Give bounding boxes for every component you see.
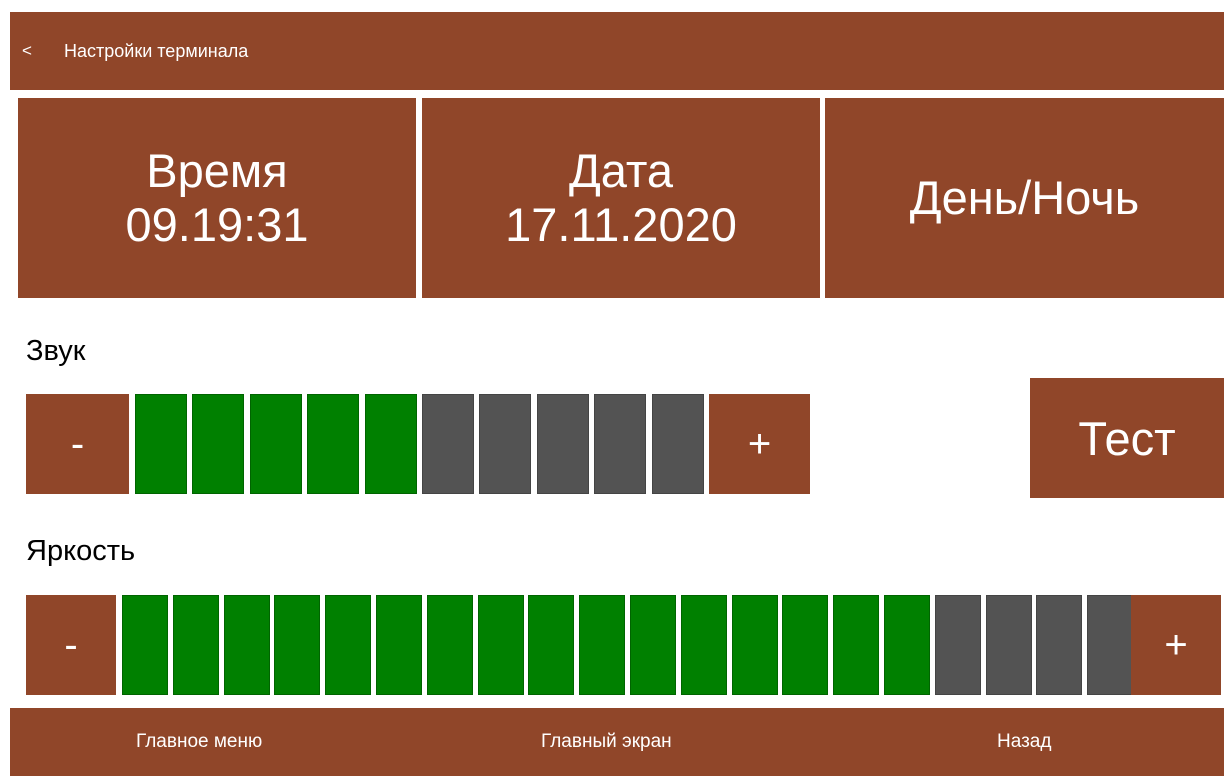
brightness-level-segment-20[interactable] [1087,595,1134,695]
date-value: 17.11.2020 [505,198,737,251]
brightness-increase-button[interactable]: + [1131,595,1221,695]
main-menu-link[interactable]: Главное меню [136,708,262,776]
brightness-level-segment-17[interactable] [934,595,981,695]
brightness-level-segment-5[interactable] [325,595,372,695]
sound-level-segment-2[interactable] [192,394,245,494]
sound-level-segment-4[interactable] [307,394,360,494]
sound-level-segment-1[interactable] [135,394,187,494]
brightness-level-segment-1[interactable] [122,595,168,695]
page-title: Настройки терминала [64,40,249,61]
sound-label: Звук [26,335,86,367]
brightness-level-segment-19[interactable] [1036,595,1083,695]
header-bar: < Настройки терминала [10,12,1224,90]
brightness-level-segment-18[interactable] [985,595,1032,695]
time-label: Время [146,144,288,197]
footer-nav-bar: Главное меню Главный экран Назад [10,708,1224,776]
brightness-level-segment-9[interactable] [528,595,575,695]
back-link[interactable]: Назад [997,708,1051,776]
brightness-level-segment-6[interactable] [376,595,422,695]
brightness-level-segment-15[interactable] [833,595,880,695]
brightness-decrease-button[interactable]: - [26,595,116,695]
sound-level-segment-6[interactable] [422,394,474,494]
brightness-level-segment-2[interactable] [172,595,219,695]
date-tile-button[interactable]: Дата 17.11.2020 [422,98,820,298]
day-night-tile-button[interactable]: День/Ночь [825,98,1224,298]
home-screen-link[interactable]: Главный экран [541,708,672,776]
date-label: Дата [568,144,674,197]
brightness-level-segment-4[interactable] [274,595,321,695]
sound-decrease-button[interactable]: - [26,394,129,494]
brightness-level-segment-10[interactable] [579,595,626,695]
sound-level-segment-8[interactable] [536,394,589,494]
time-value: 09.19:31 [125,198,309,251]
sound-level-segment-10[interactable] [651,394,704,494]
window-left-edge [0,0,10,776]
sound-level-segment-3[interactable] [249,394,302,494]
brightness-level-segment-16[interactable] [884,595,930,695]
brightness-level-segment-14[interactable] [782,595,829,695]
time-tile-button[interactable]: Время 09.19:31 [18,98,416,298]
brightness-level-segment-13[interactable] [731,595,778,695]
brightness-level-segment-12[interactable] [680,595,727,695]
sound-test-button[interactable]: Тест [1030,378,1224,498]
sound-increase-button[interactable]: + [709,394,810,494]
sound-level-segment-9[interactable] [594,394,647,494]
sound-level-segment-5[interactable] [364,394,417,494]
brightness-level-segment-7[interactable] [426,595,473,695]
brightness-level-segment-8[interactable] [477,595,524,695]
brightness-label: Яркость [26,535,136,567]
day-night-label: День/Ночь [909,171,1140,224]
brightness-level-segment-11[interactable] [630,595,676,695]
sound-level-segment-7[interactable] [479,394,532,494]
brightness-level-segment-3[interactable] [223,595,270,695]
back-chevron-icon[interactable]: < [22,41,52,61]
